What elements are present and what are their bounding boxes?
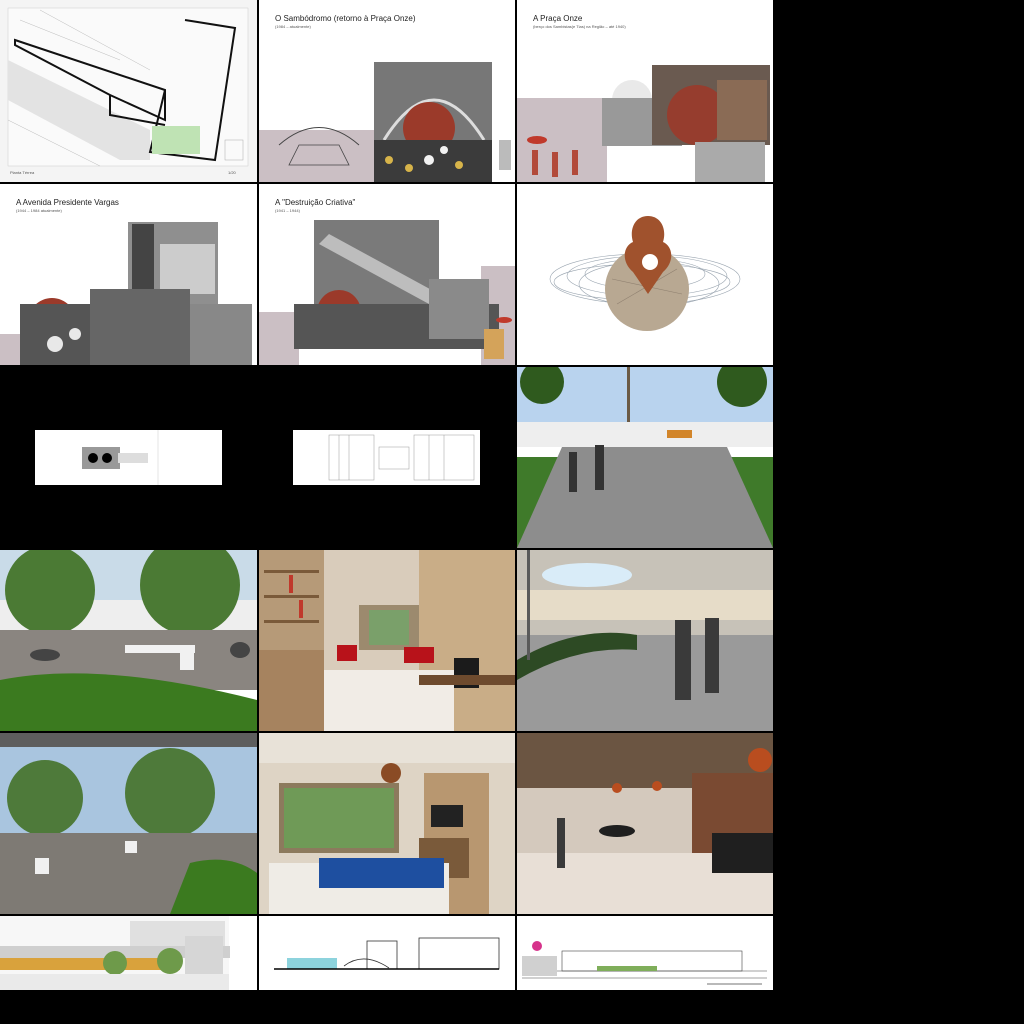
tile-render-garden-benches[interactable] [0, 550, 257, 731]
tile-section-pool[interactable] [259, 916, 515, 990]
tile-site-plan-small[interactable] [0, 367, 257, 548]
tile-sambodromo[interactable]: O Sambódromo (retorno à Praça Onze) (198… [259, 0, 515, 182]
sambodromo-collage [259, 62, 511, 182]
tile-floor-plan[interactable]: Planta Térrea 1/20 [0, 0, 257, 182]
tile-render-courtyard-path[interactable] [517, 367, 773, 548]
tile-avenida[interactable]: A Avenida Presidente Vargas (1944 – 1984… [0, 184, 257, 365]
tile-render-library-lounge[interactable] [259, 550, 515, 731]
garden-benches-render [0, 550, 257, 731]
tile-render-hall[interactable] [517, 733, 773, 914]
avenida-collage [0, 222, 252, 365]
tile-site-plan-detailed[interactable] [259, 367, 515, 548]
library-lounge-render [259, 550, 515, 731]
pool-section-drawing [274, 937, 500, 970]
tile-destruicao[interactable]: A "Destruição Criativa" (1941 – 1944) [259, 184, 515, 365]
floor-plan-drawing [7, 7, 249, 167]
colored-elevation-drawing [0, 916, 230, 990]
bedroom-render [259, 733, 515, 914]
tile-render-bedroom[interactable] [259, 733, 515, 914]
site-plan-detailed-drawing [293, 430, 480, 485]
tile-render-pergola-trees[interactable] [0, 733, 257, 914]
location-pin-drawing [549, 216, 741, 331]
site-plan-small-drawing [35, 430, 222, 485]
page-number: 1/20 [228, 170, 236, 175]
tile-elevation-street[interactable] [517, 916, 773, 990]
tile-render-patio-people[interactable] [517, 550, 773, 731]
courtyard-path-render [517, 367, 773, 548]
street-elevation-drawing [522, 941, 767, 985]
destruicao-collage [259, 220, 515, 365]
tile-praca-onze[interactable]: A Praça Onze (berço dos Sambistas(e Tias… [517, 0, 773, 182]
praca-onze-collage [517, 65, 770, 182]
tile-pin-drawing[interactable] [517, 184, 773, 365]
plan-caption: Planta Térrea [10, 170, 35, 175]
pergola-trees-render [0, 733, 257, 914]
hall-render [517, 733, 773, 914]
tile-elevation-colored[interactable] [0, 916, 257, 990]
patio-people-render [517, 550, 773, 731]
